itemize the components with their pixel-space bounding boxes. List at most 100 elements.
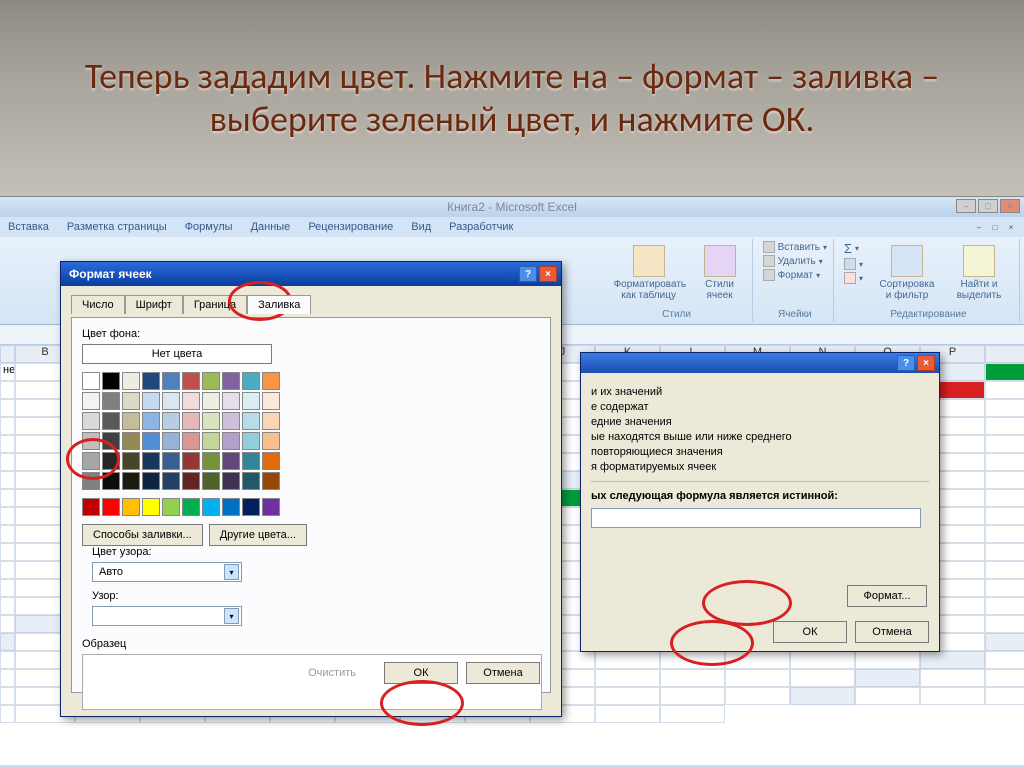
help-button[interactable]: ?: [519, 266, 537, 282]
color-swatch[interactable]: [222, 472, 240, 490]
color-swatch[interactable]: [82, 472, 100, 490]
rule-option[interactable]: я форматируемых ячеек: [591, 461, 929, 473]
dialog-titlebar[interactable]: Формат ячеек ? ×: [61, 262, 561, 286]
menu-insert[interactable]: Вставка: [8, 221, 49, 233]
color-swatch[interactable]: [242, 498, 260, 516]
color-swatch[interactable]: [222, 498, 240, 516]
color-swatch[interactable]: [202, 498, 220, 516]
color-swatch[interactable]: [162, 412, 180, 430]
minimize-button[interactable]: –: [956, 199, 976, 213]
fill-effects-button[interactable]: Способы заливки...: [82, 524, 203, 546]
color-swatch[interactable]: [82, 432, 100, 450]
color-swatch[interactable]: [82, 372, 100, 390]
color-swatch[interactable]: [242, 412, 260, 430]
color-swatch[interactable]: [102, 498, 120, 516]
color-swatch[interactable]: [222, 392, 240, 410]
clear-button[interactable]: ▾: [844, 272, 863, 284]
format-button[interactable]: Формат...: [847, 585, 927, 607]
formula-input[interactable]: [591, 508, 921, 528]
no-color-button[interactable]: Нет цвета: [82, 344, 272, 364]
cell-styles-button[interactable]: Стили ячеек: [694, 241, 746, 305]
color-swatch[interactable]: [202, 432, 220, 450]
color-swatch[interactable]: [242, 472, 260, 490]
close-button[interactable]: ×: [539, 266, 557, 282]
cell[interactable]: [985, 363, 1024, 381]
cell[interactable]: нерчение: [0, 363, 15, 381]
color-swatch[interactable]: [102, 432, 120, 450]
color-swatch[interactable]: [142, 432, 160, 450]
color-swatch[interactable]: [202, 372, 220, 390]
color-swatch[interactable]: [142, 412, 160, 430]
rule-option[interactable]: едние значения: [591, 416, 929, 428]
ok-button[interactable]: ОК: [384, 662, 458, 684]
cancel-button[interactable]: Отмена: [855, 621, 929, 643]
color-swatch[interactable]: [162, 432, 180, 450]
tab-font[interactable]: Шрифт: [125, 295, 183, 314]
color-swatch[interactable]: [242, 452, 260, 470]
find-select-button[interactable]: Найти и выделить: [945, 241, 1013, 305]
color-swatch[interactable]: [102, 392, 120, 410]
autosum-button[interactable]: Σ▾: [844, 241, 863, 256]
menu-formulas[interactable]: Формулы: [185, 221, 233, 233]
maximize-button[interactable]: □: [978, 199, 998, 213]
color-swatch[interactable]: [222, 372, 240, 390]
color-swatch[interactable]: [162, 472, 180, 490]
clear-button[interactable]: Очистить: [308, 667, 356, 679]
help-button[interactable]: ?: [897, 355, 915, 371]
menu-developer[interactable]: Разработчик: [449, 221, 513, 233]
close-button[interactable]: ×: [917, 355, 935, 371]
delete-cells-button[interactable]: Удалить▾: [763, 255, 827, 267]
rule-option[interactable]: и их значений: [591, 386, 929, 398]
menu-review[interactable]: Рецензирование: [308, 221, 393, 233]
color-swatch[interactable]: [202, 472, 220, 490]
close-button[interactable]: ×: [1000, 199, 1020, 213]
color-swatch[interactable]: [82, 498, 100, 516]
color-swatch[interactable]: [82, 412, 100, 430]
cancel-button[interactable]: Отмена: [466, 662, 540, 684]
tab-border[interactable]: Граница: [183, 295, 247, 314]
color-swatch[interactable]: [242, 432, 260, 450]
color-swatch[interactable]: [122, 392, 140, 410]
rule-option[interactable]: повторяющиеся значения: [591, 446, 929, 458]
rule-option[interactable]: ые находятся выше или ниже среднего: [591, 431, 929, 443]
color-swatch[interactable]: [142, 392, 160, 410]
fill-button[interactable]: ▾: [844, 258, 863, 270]
color-swatch[interactable]: [262, 472, 280, 490]
format-as-table-button[interactable]: Форматировать как таблицу: [608, 241, 690, 305]
color-swatch[interactable]: [102, 412, 120, 430]
color-swatch[interactable]: [262, 372, 280, 390]
color-swatch[interactable]: [182, 472, 200, 490]
menu-view[interactable]: Вид: [411, 221, 431, 233]
more-colors-button[interactable]: Другие цвета...: [209, 524, 307, 546]
color-swatch[interactable]: [202, 392, 220, 410]
tab-fill[interactable]: Заливка: [247, 295, 311, 314]
color-swatch[interactable]: [242, 372, 260, 390]
color-swatch[interactable]: [202, 412, 220, 430]
color-swatch[interactable]: [122, 432, 140, 450]
menu-pagelayout[interactable]: Разметка страницы: [67, 221, 167, 233]
color-swatch[interactable]: [122, 372, 140, 390]
color-swatch[interactable]: [142, 372, 160, 390]
color-swatch[interactable]: [122, 452, 140, 470]
color-swatch[interactable]: [162, 392, 180, 410]
color-swatch[interactable]: [222, 452, 240, 470]
color-swatch[interactable]: [162, 452, 180, 470]
subwin-minimize[interactable]: –: [972, 221, 986, 233]
color-swatch[interactable]: [262, 452, 280, 470]
color-swatch[interactable]: [202, 452, 220, 470]
subwin-close[interactable]: ×: [1004, 221, 1018, 233]
color-swatch[interactable]: [222, 412, 240, 430]
ok-button[interactable]: ОК: [773, 621, 847, 643]
color-swatch[interactable]: [142, 452, 160, 470]
dialog2-titlebar[interactable]: ? ×: [581, 353, 939, 373]
tab-number[interactable]: Число: [71, 295, 125, 314]
color-swatch[interactable]: [222, 432, 240, 450]
insert-cells-button[interactable]: Вставить▾: [763, 241, 827, 253]
row-header[interactable]: [985, 345, 1024, 363]
rule-option[interactable]: е содержат: [591, 401, 929, 413]
color-swatch[interactable]: [82, 452, 100, 470]
color-swatch[interactable]: [142, 472, 160, 490]
color-swatch[interactable]: [102, 452, 120, 470]
color-swatch[interactable]: [182, 412, 200, 430]
pattern-color-combo[interactable]: Авто ▾: [92, 562, 242, 582]
